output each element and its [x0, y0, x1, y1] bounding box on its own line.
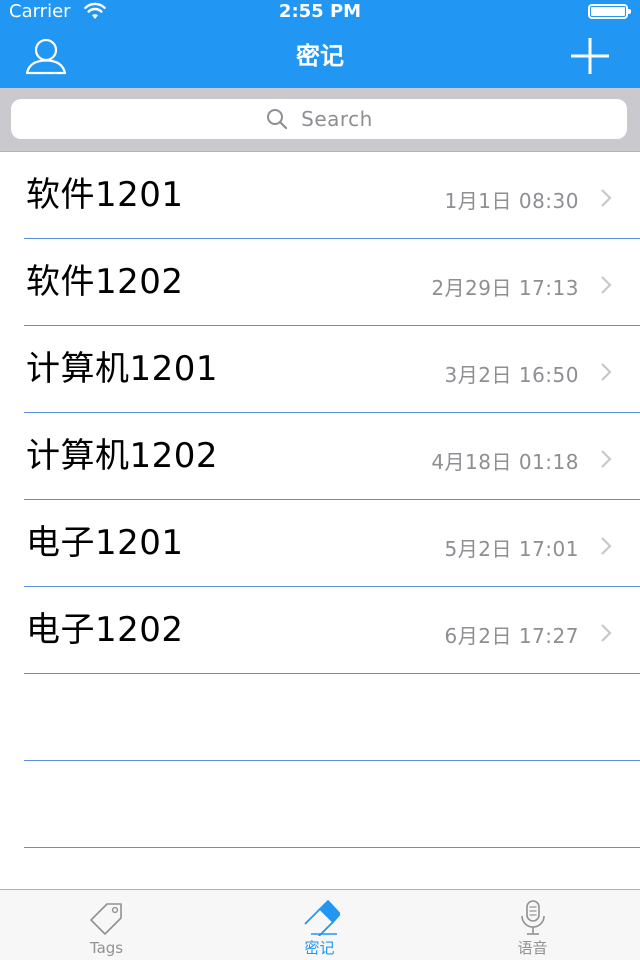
search-placeholder: Search [301, 107, 373, 131]
tab-bar: Tags 密记 语音 [0, 889, 640, 960]
item-date: 5月2日 17:01 [444, 537, 579, 561]
search-icon [267, 109, 288, 130]
add-button[interactable] [568, 36, 612, 76]
tag-icon [89, 903, 122, 935]
item-title: 计算机1201 [26, 349, 219, 389]
status-time: 2:55 PM [278, 1, 362, 22]
eraser-icon [303, 900, 340, 936]
chevron-right-icon [601, 450, 612, 468]
item-title: 软件1201 [26, 175, 184, 215]
item-title: 计算机1202 [26, 436, 219, 476]
empty-row-separator [0, 674, 640, 761]
search-bar: Search [0, 88, 640, 152]
list-item[interactable]: 软件1201 1月1日 08:30 [0, 152, 640, 239]
plus-icon [571, 38, 609, 74]
list-item[interactable]: 电子1202 6月2日 17:27 [0, 587, 640, 674]
list-item[interactable]: 计算机1202 4月18日 01:18 [0, 413, 640, 500]
item-title: 电子1202 [26, 610, 184, 650]
chevron-right-icon [601, 537, 612, 555]
tab-voice[interactable]: 语音 [426, 890, 639, 960]
item-title: 电子1201 [26, 523, 184, 563]
list-item[interactable]: 软件1202 2月29日 17:13 [0, 239, 640, 326]
chevron-right-icon [601, 276, 612, 294]
search-input[interactable]: Search [11, 99, 627, 139]
chevron-right-icon [601, 189, 612, 207]
tab-label: 语音 [517, 939, 548, 957]
item-date: 1月1日 08:30 [444, 189, 579, 213]
tab-notes[interactable]: 密记 [213, 890, 426, 960]
item-date: 2月29日 17:13 [431, 276, 579, 300]
item-date: 4月18日 01:18 [431, 450, 579, 474]
item-title: 软件1202 [26, 262, 184, 302]
chevron-right-icon [601, 624, 612, 642]
status-bar: Carrier 2:55 PM [0, 0, 640, 24]
list-item[interactable]: 电子1201 5月2日 17:01 [0, 500, 640, 587]
list-item[interactable]: 计算机1201 3月2日 16:50 [0, 326, 640, 413]
notes-list: 软件1201 1月1日 08:30 软件1202 2月29日 17:13 计算机… [0, 152, 640, 848]
item-date: 3月2日 16:50 [444, 363, 579, 387]
tab-label: Tags [89, 939, 124, 957]
user-icon [25, 38, 67, 75]
tab-label: 密记 [304, 939, 335, 957]
user-profile-button[interactable] [24, 36, 68, 76]
chevron-right-icon [601, 363, 612, 381]
nav-title: 密记 [296, 42, 344, 70]
battery-icon [588, 4, 631, 19]
item-date: 6月2日 17:27 [444, 624, 579, 648]
microphone-icon [520, 900, 545, 935]
tab-tags[interactable]: Tags [0, 890, 213, 960]
top-bar: Carrier 2:55 PM 密记 [0, 0, 640, 88]
empty-row-separator [0, 761, 640, 848]
